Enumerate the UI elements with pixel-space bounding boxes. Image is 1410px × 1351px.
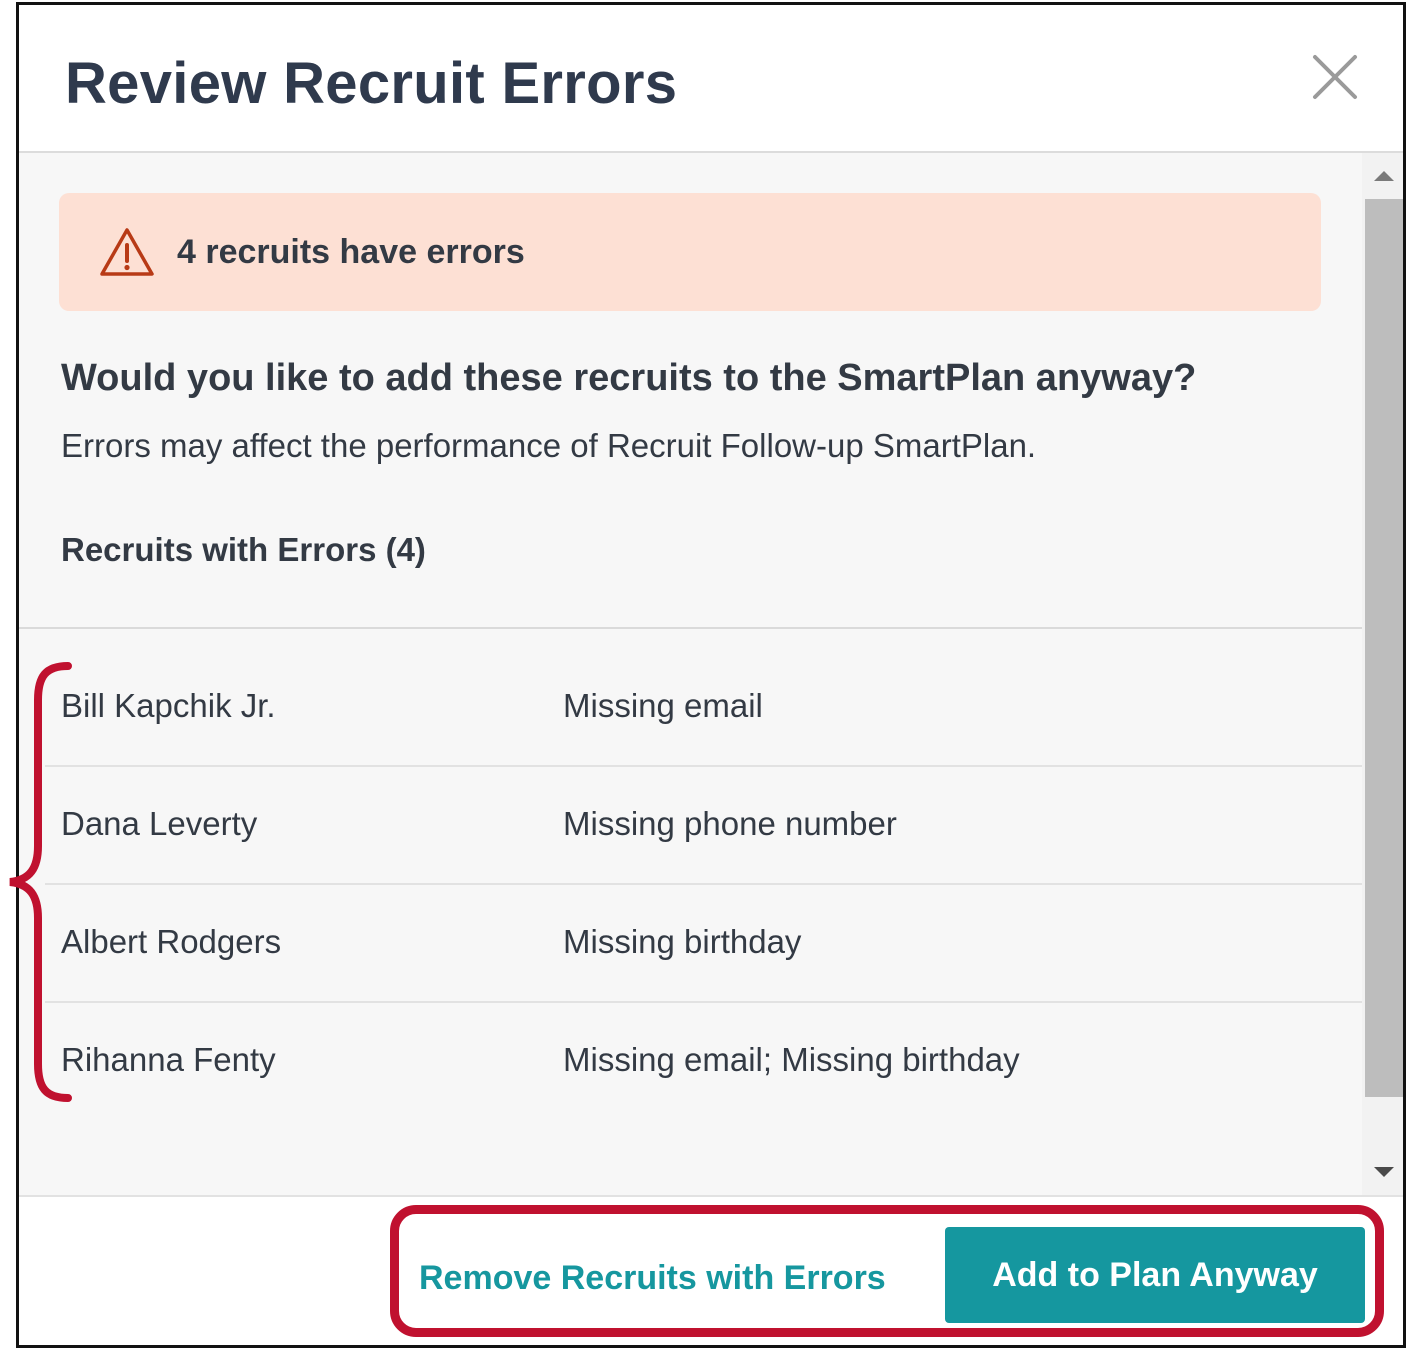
dialog-footer: Remove Recruits with Errors Add to Plan … [19, 1197, 1403, 1345]
close-icon [1313, 55, 1357, 99]
recruit-name: Rihanna Fenty [61, 1041, 276, 1078]
performance-warning-text: Errors may affect the performance of Rec… [61, 427, 1037, 464]
recruit-error: Missing email; Missing birthday [563, 1041, 1020, 1078]
warning-triangle-icon [99, 226, 155, 278]
vertical-scrollbar[interactable] [1362, 153, 1403, 1197]
add-to-plan-anyway-button[interactable]: Add to Plan Anyway [945, 1227, 1365, 1323]
alert-message: 4 recruits have errors [177, 233, 525, 271]
remove-recruits-with-errors-button[interactable]: Remove Recruits with Errors [419, 1257, 886, 1299]
table-row: Bill Kapchik Jr. Missing email [19, 649, 1362, 767]
recruit-error: Missing phone number [563, 805, 897, 842]
recruit-error: Missing birthday [563, 923, 802, 960]
recruit-name: Bill Kapchik Jr. [61, 687, 276, 724]
list-divider [19, 627, 1362, 629]
recruit-name: Albert Rodgers [61, 923, 282, 960]
scroll-up-arrow-icon[interactable] [1374, 171, 1394, 181]
recruits-list-heading: Recruits with Errors (4) [61, 531, 426, 568]
close-button[interactable] [1311, 53, 1359, 101]
recruit-name: Dana Leverty [61, 805, 258, 842]
error-alert-banner: 4 recruits have errors [59, 193, 1321, 311]
dialog-title: Review Recruit Errors [65, 51, 678, 116]
scrollbar-thumb[interactable] [1365, 199, 1403, 1097]
table-row: Albert Rodgers Missing birthday [19, 885, 1362, 1003]
table-row: Dana Leverty Missing phone number [19, 767, 1362, 885]
table-row: Rihanna Fenty Missing email; Missing bir… [19, 1003, 1362, 1121]
review-recruit-errors-dialog: Review Recruit Errors 4 recruits have er… [16, 2, 1406, 1348]
recruit-error: Missing email [563, 687, 763, 724]
dialog-body: 4 recruits have errors Would you like to… [19, 153, 1362, 1197]
dialog-header: Review Recruit Errors [19, 5, 1403, 153]
confirmation-question: Would you like to add these recruits to … [61, 357, 1197, 399]
scroll-down-arrow-icon[interactable] [1374, 1167, 1394, 1177]
